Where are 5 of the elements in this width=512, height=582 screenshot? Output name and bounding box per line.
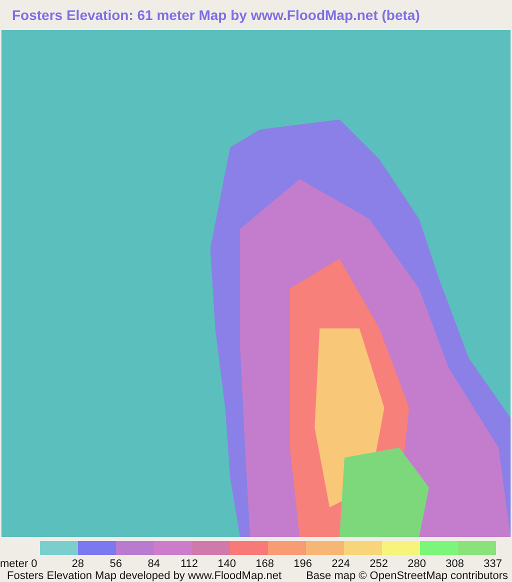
attribution-text: Base map © OpenStreetMap contributors <box>306 570 508 582</box>
map-title: Fosters Elevation: 61 meter Map by www.FloodMap.net (beta) <box>11 6 421 25</box>
legend-label: 28 <box>70 558 84 570</box>
legend-label: meter 0 <box>0 558 38 570</box>
credit-text: Fosters Elevation Map developed by www.FloodMap.net <box>7 570 282 582</box>
